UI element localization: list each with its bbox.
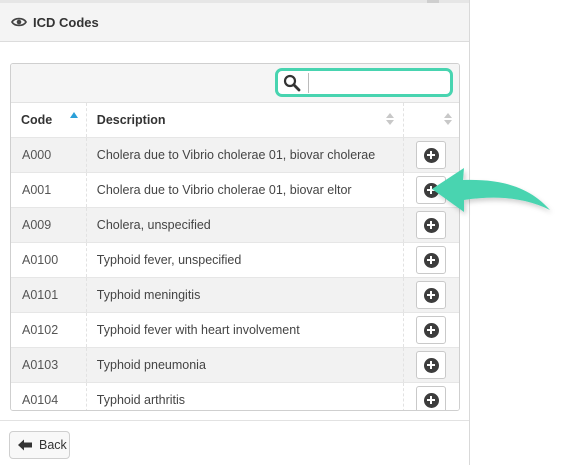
arrow-left-icon <box>17 438 33 452</box>
cell-action <box>403 277 459 313</box>
cell-action <box>403 347 459 383</box>
icd-codes-panel: ICD Codes Code Description A000 Cholera … <box>0 0 470 465</box>
cell-code: A0103 <box>11 347 87 383</box>
table-row: A000 Cholera due to Vibrio cholerae 01, b… <box>11 137 459 173</box>
eye-icon <box>11 14 27 30</box>
cell-code: A0102 <box>11 312 87 348</box>
table-row: A0103 Typhoid pneumonia <box>11 347 459 383</box>
sort-both-icon <box>444 113 452 127</box>
add-code-button[interactable] <box>416 281 447 309</box>
table-row: A0104 Typhoid arthritis <box>11 382 459 410</box>
sort-ascending-icon <box>69 112 78 118</box>
codes-table-card: Code Description A000 Cholera due to Vib… <box>10 63 460 411</box>
cell-description: Typhoid fever with heart involvement <box>86 312 405 348</box>
cell-code: A0101 <box>11 277 87 313</box>
cell-code: A001 <box>11 172 87 208</box>
cell-code: A0104 <box>11 382 87 410</box>
column-header-code-label: Code <box>21 113 53 127</box>
table-row: A001 Cholera due to Vibrio cholerae 01, b… <box>11 172 459 208</box>
search-input[interactable] <box>308 73 451 93</box>
back-button-label: Back <box>39 438 67 452</box>
cell-description: Cholera due to Vibrio cholerae 01, biova… <box>86 137 405 173</box>
search-box[interactable] <box>275 68 453 97</box>
table-header-row: Code Description <box>11 103 459 138</box>
add-code-button[interactable] <box>416 316 447 344</box>
table-row: A0101 Typhoid meningitis <box>11 277 459 313</box>
panel-header: ICD Codes <box>0 3 469 42</box>
column-header-code[interactable]: Code <box>11 103 87 138</box>
cell-action <box>403 242 459 278</box>
column-header-actions[interactable] <box>403 103 459 138</box>
cell-description: Cholera, unspecified <box>86 207 405 243</box>
cell-description: Typhoid fever, unspecified <box>86 242 405 278</box>
add-code-button[interactable] <box>416 246 447 274</box>
plus-circle-icon <box>423 357 439 373</box>
table-row: A009 Cholera, unspecified <box>11 207 459 243</box>
back-button[interactable]: Back <box>9 431 70 459</box>
search-icon <box>283 74 301 92</box>
table-row: A0102 Typhoid fever with heart involvemen… <box>11 312 459 348</box>
plus-circle-icon <box>423 287 439 303</box>
cell-description: Typhoid pneumonia <box>86 347 405 383</box>
add-code-button[interactable] <box>416 351 447 379</box>
cell-description: Cholera due to Vibrio cholerae 01, biova… <box>86 172 405 208</box>
plus-circle-icon <box>423 322 439 338</box>
cell-action <box>403 312 459 348</box>
footer-divider <box>0 420 469 421</box>
column-header-description-label: Description <box>96 113 166 127</box>
column-header-description[interactable]: Description <box>86 103 405 138</box>
plus-circle-icon <box>423 252 439 268</box>
table-row: A0100 Typhoid fever, unspecified <box>11 242 459 278</box>
plus-circle-icon <box>423 392 439 408</box>
add-code-button[interactable] <box>416 386 447 410</box>
sort-both-icon <box>386 113 395 127</box>
table-body: A000 Cholera due to Vibrio cholerae 01, b… <box>11 137 459 410</box>
panel-title: ICD Codes <box>33 14 99 30</box>
callout-arrow-icon <box>432 168 550 212</box>
cell-code: A000 <box>11 137 87 173</box>
cell-description: Typhoid arthritis <box>86 382 405 410</box>
codes-table: Code Description A000 Cholera due to Vib… <box>11 103 459 410</box>
cell-code: A009 <box>11 207 87 243</box>
cell-code: A0100 <box>11 242 87 278</box>
cell-action <box>403 382 459 410</box>
cell-description: Typhoid meningitis <box>86 277 405 313</box>
search-bar <box>11 64 459 103</box>
